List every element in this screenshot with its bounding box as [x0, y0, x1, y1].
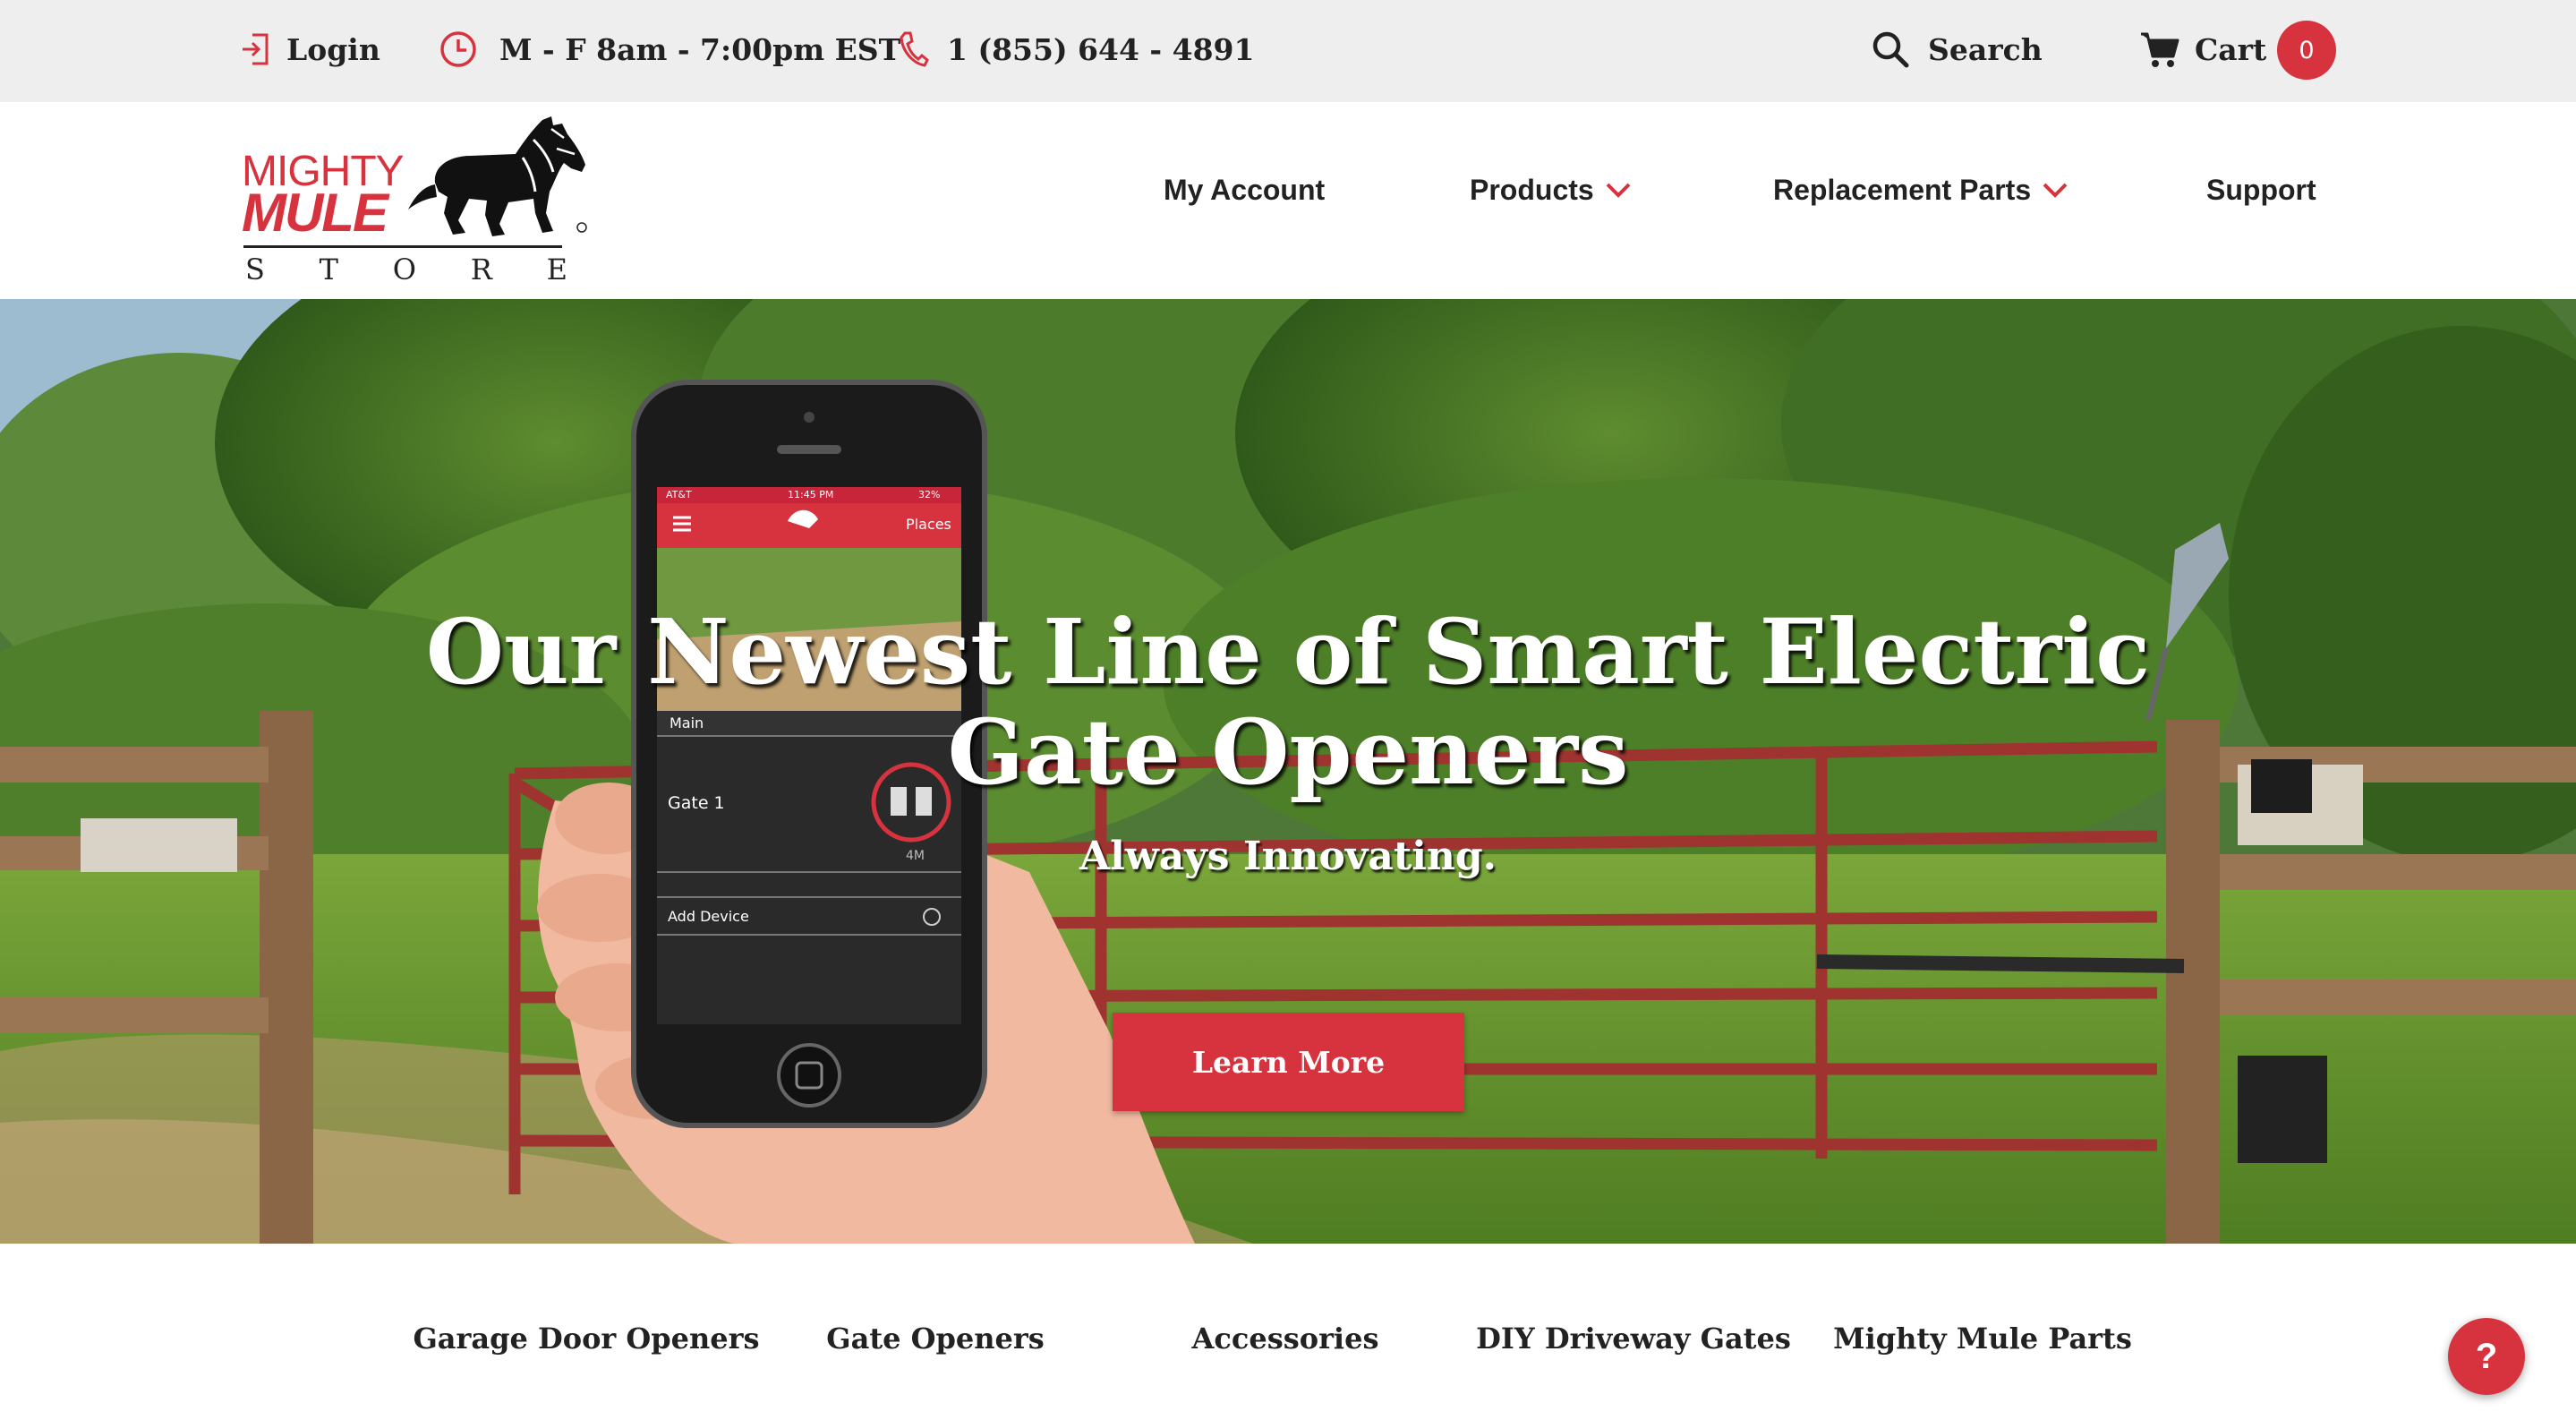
login-link[interactable]: Login — [240, 0, 380, 98]
logo-store-letter: E — [546, 252, 567, 287]
chevron-down-icon — [1606, 183, 1631, 198]
category-diy-driveway-gates[interactable]: DIY Driveway Gates — [1476, 1322, 1791, 1356]
phone-number: 1 (855) 644 - 4891 — [947, 31, 1255, 67]
category-bar: Garage Door Openers Gate Openers Accesso… — [0, 1244, 2576, 1420]
nav-products[interactable]: Products — [1470, 158, 1632, 221]
utility-bar: Login M - F 8am - 7:00pm EST 1 (855) 644… — [0, 0, 2576, 102]
hero-subtitle: Always Innovating. — [1079, 834, 1497, 879]
learn-more-button[interactable]: Learn More — [1113, 1013, 1464, 1111]
app-places-label: Places — [906, 516, 951, 533]
search-label: Search — [1928, 31, 2043, 67]
nav-support[interactable]: Support — [2206, 158, 2316, 221]
hours-label: M - F 8am - 7:00pm EST — [499, 31, 901, 67]
help-button[interactable]: ? — [2448, 1318, 2525, 1395]
category-gate-openers[interactable]: Gate Openers — [826, 1322, 1044, 1356]
nav-my-account-label: My Account — [1164, 173, 1326, 206]
app-status-time: 11:45 PM — [788, 489, 834, 500]
cart-icon — [2141, 32, 2179, 67]
hero-banner: AT&T 11:45 PM 32% Places Main Gate 1 4M … — [0, 299, 2576, 1244]
category-garage-door-openers[interactable]: Garage Door Openers — [413, 1322, 759, 1356]
nav-my-account[interactable]: My Account — [1164, 158, 1325, 221]
search-button[interactable]: Search — [1871, 0, 2043, 98]
nav-replacement-parts-label: Replacement Parts — [1773, 173, 2032, 206]
store-logo[interactable]: MIGHTY MULE S T O R E — [238, 113, 587, 292]
app-status-carrier: AT&T — [666, 489, 692, 500]
cart-link[interactable]: Cart — [2139, 0, 2266, 98]
site-header: MIGHTY MULE S T O R E My Account Product… — [0, 102, 2576, 299]
logo-store-letter: S — [245, 252, 265, 287]
logo-divider — [243, 245, 562, 248]
logo-text-mule: MULE — [242, 183, 388, 243]
chevron-down-icon — [2043, 183, 2068, 198]
logo-text-store: S T O R E — [245, 252, 567, 287]
horse-logo-icon — [408, 116, 587, 236]
nav-products-label: Products — [1470, 173, 1594, 206]
business-hours: M - F 8am - 7:00pm EST — [439, 0, 900, 98]
logo-store-letter: O — [392, 252, 416, 287]
hero-title: Our Newest Line of Smart Electric Gate O… — [425, 599, 2151, 805]
app-add-device-label: Add Device — [668, 908, 749, 925]
cart-label: Cart — [2195, 31, 2267, 67]
cart-count-badge[interactable]: 0 — [2277, 21, 2336, 80]
nav-replacement-parts[interactable]: Replacement Parts — [1773, 158, 2068, 221]
logo-store-letter: T — [319, 252, 339, 287]
category-mighty-mule-parts[interactable]: Mighty Mule Parts — [1833, 1322, 2132, 1356]
login-label: Login — [286, 31, 380, 67]
category-accessories[interactable]: Accessories — [1192, 1322, 1379, 1356]
phone-link[interactable]: 1 (855) 644 - 4891 — [897, 0, 1254, 98]
nav-support-label: Support — [2206, 173, 2316, 206]
app-status-battery: 32% — [918, 489, 941, 500]
login-icon — [243, 33, 269, 65]
clock-icon — [440, 31, 476, 67]
logo-store-letter: R — [470, 252, 492, 287]
phone-icon — [900, 31, 929, 67]
search-icon — [1872, 31, 1909, 68]
